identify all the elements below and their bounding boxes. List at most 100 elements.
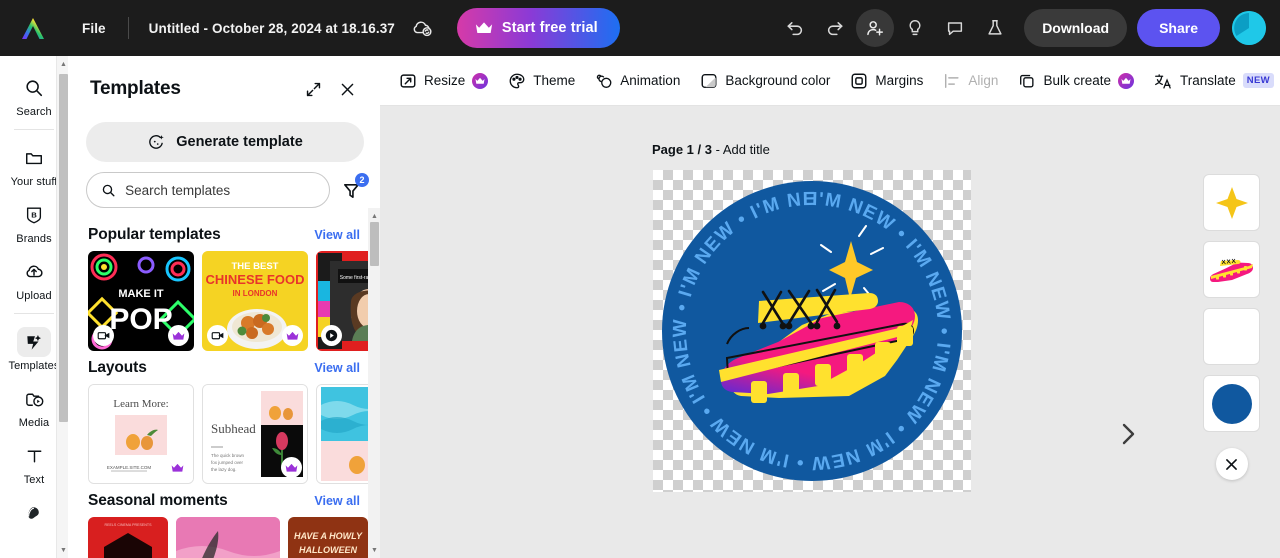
close-icon[interactable] <box>332 74 362 104</box>
left-rail: Search Your stuff B Brands Upload Templa… <box>0 56 68 558</box>
seasonal-card-howly-halloween[interactable]: HAVE A HOWLY HALLOWEEN <box>288 517 368 558</box>
tool-resize[interactable]: Resize <box>390 66 497 96</box>
sidebar-item-label: Upload <box>16 290 52 302</box>
tool-animation[interactable]: Animation <box>586 66 689 96</box>
sidebar-item-text[interactable]: Text <box>4 434 64 491</box>
scroll-down-arrow[interactable]: ▼ <box>59 544 68 556</box>
comment-icon[interactable] <box>936 9 974 47</box>
seasonal-card-hustle[interactable]: hustle until your <box>176 517 280 558</box>
pro-crown-icon <box>1118 72 1134 89</box>
layer-sparkle[interactable] <box>1203 174 1260 231</box>
play-badge-icon <box>321 325 342 346</box>
svg-text:MAKE IT: MAKE IT <box>118 288 164 300</box>
view-all-seasonal[interactable]: View all <box>314 494 360 508</box>
sidebar-item-media[interactable]: Media <box>4 377 64 434</box>
sidebar-item-upload[interactable]: Upload <box>4 250 64 307</box>
filter-count-badge: 2 <box>355 173 369 187</box>
tool-bulk-create[interactable]: Bulk create <box>1009 66 1143 96</box>
main-area: Resize Theme Animation Background color … <box>380 56 1280 558</box>
template-card-chinese-food[interactable]: THE BEST CHINESE FOOD IN LONDON <box>202 251 308 351</box>
svg-text:HAVE A HOWLY: HAVE A HOWLY <box>294 531 363 541</box>
filter-button[interactable]: 2 <box>336 173 369 205</box>
layout-card-subhead[interactable]: Subhead The quick brown fox jumped over … <box>202 384 308 484</box>
layer-shoe[interactable] <box>1203 241 1260 298</box>
svg-text:HALLOWEEN: HALLOWEEN <box>299 545 357 555</box>
chevron-right-icon <box>1122 423 1135 445</box>
next-page-button[interactable] <box>1102 408 1154 460</box>
file-menu-button[interactable]: File <box>70 15 118 42</box>
layer-blank[interactable] <box>1203 308 1260 365</box>
text-icon <box>17 441 51 471</box>
lightbulb-icon[interactable] <box>896 9 934 47</box>
scroll-up-arrow[interactable]: ▲ <box>370 210 379 222</box>
view-all-popular[interactable]: View all <box>314 228 360 242</box>
pro-crown-icon <box>472 72 489 89</box>
animation-icon <box>597 74 612 88</box>
search-templates-box[interactable] <box>86 172 330 208</box>
start-free-trial-button[interactable]: Start free trial <box>456 8 620 48</box>
svg-text:fox jumped over: fox jumped over <box>211 460 244 465</box>
generate-template-button[interactable]: Generate template <box>86 122 364 162</box>
sidebar-item-label: Brands <box>16 233 52 245</box>
sidebar-item-brands[interactable]: B Brands <box>4 193 64 250</box>
rail-divider <box>14 313 54 314</box>
tool-margins[interactable]: Margins <box>841 66 932 96</box>
tool-translate[interactable]: Translate NEW <box>1145 66 1280 96</box>
svg-text:Subhead: Subhead <box>211 421 256 436</box>
folder-icon <box>17 143 51 173</box>
svg-text:THE BEST: THE BEST <box>232 261 279 272</box>
seasonal-card-reels-cinema[interactable]: REELS CINEMA PRESENTS <box>88 517 168 558</box>
share-button[interactable]: Share <box>1137 9 1220 47</box>
sidebar-item-templates[interactable]: Templates <box>4 320 64 377</box>
avatar[interactable] <box>1232 11 1266 45</box>
scroll-down-arrow[interactable]: ▼ <box>370 544 379 556</box>
design-canvas[interactable]: I'M NEW • I'M NEW • I'M NEW • I'M NEW • … <box>653 170 971 492</box>
svg-text:B: B <box>31 210 37 219</box>
sidebar-item-label: Your stuff <box>10 176 58 188</box>
rail-scrollbar[interactable]: ▲ ▼ <box>56 56 68 558</box>
pro-crown-icon <box>282 325 303 346</box>
panel-scrollbar[interactable]: ▲ ▼ <box>368 208 380 558</box>
undo-icon[interactable] <box>776 9 814 47</box>
trial-label: Start free trial <box>501 20 598 36</box>
canvas-toolbar: Resize Theme Animation Background color … <box>380 56 1280 106</box>
search-row: 2 <box>68 162 380 208</box>
tool-label: Background color <box>725 73 831 88</box>
media-icon <box>17 384 51 414</box>
layer-circle[interactable] <box>1203 375 1260 432</box>
template-card-make-it-pop[interactable]: MAKE IT POP <box>88 251 194 351</box>
page-label[interactable]: Page 1 / 3 - Add title <box>652 142 770 157</box>
svg-text:REELS CINEMA PRESENTS: REELS CINEMA PRESENTS <box>105 523 153 527</box>
tool-background-color[interactable]: Background color <box>691 66 839 96</box>
scroll-up-arrow[interactable]: ▲ <box>59 58 68 70</box>
close-layers-button[interactable] <box>1215 448 1248 480</box>
expand-diagonal-icon[interactable] <box>298 74 328 104</box>
download-button[interactable]: Download <box>1024 9 1128 47</box>
layout-card-learn-more[interactable]: Learn More: EXAMPLE.SITE.COM <box>88 384 194 484</box>
page-title: Templates <box>90 78 181 99</box>
sidebar-item-search[interactable]: Search <box>4 66 64 123</box>
add-person-icon[interactable] <box>856 9 895 47</box>
panel-scrollbar-thumb[interactable] <box>370 222 379 266</box>
layouts-row: Learn More: EXAMPLE.SITE.COM Subhead The… <box>68 384 380 484</box>
cloud-sync-icon[interactable] <box>411 18 433 38</box>
sticker-artwork[interactable]: I'M NEW • I'M NEW • I'M NEW • I'M NEW • … <box>659 178 965 484</box>
tool-theme[interactable]: Theme <box>499 66 584 96</box>
new-badge: NEW <box>1242 73 1274 88</box>
tool-label: Align <box>968 73 999 88</box>
rail-scrollbar-thumb[interactable] <box>59 74 68 422</box>
section-title: Layouts <box>88 359 147 376</box>
canva-logo-icon[interactable] <box>18 14 48 42</box>
sidebar-item-label: Text <box>23 474 45 486</box>
document-title[interactable]: Untitled - October 28, 2024 at 18.16.37 <box>139 15 405 42</box>
search-input[interactable] <box>125 182 315 198</box>
background-color-icon <box>701 73 717 88</box>
view-all-layouts[interactable]: View all <box>314 361 360 375</box>
redo-icon[interactable] <box>816 9 854 47</box>
sidebar-item-draw[interactable] <box>4 491 64 536</box>
section-title: Popular templates <box>88 226 221 243</box>
sidebar-item-your-stuff[interactable]: Your stuff <box>4 136 64 193</box>
svg-text:Learn More:: Learn More: <box>113 398 168 410</box>
tool-align[interactable]: Align <box>934 66 1007 96</box>
flask-icon[interactable] <box>976 9 1014 47</box>
